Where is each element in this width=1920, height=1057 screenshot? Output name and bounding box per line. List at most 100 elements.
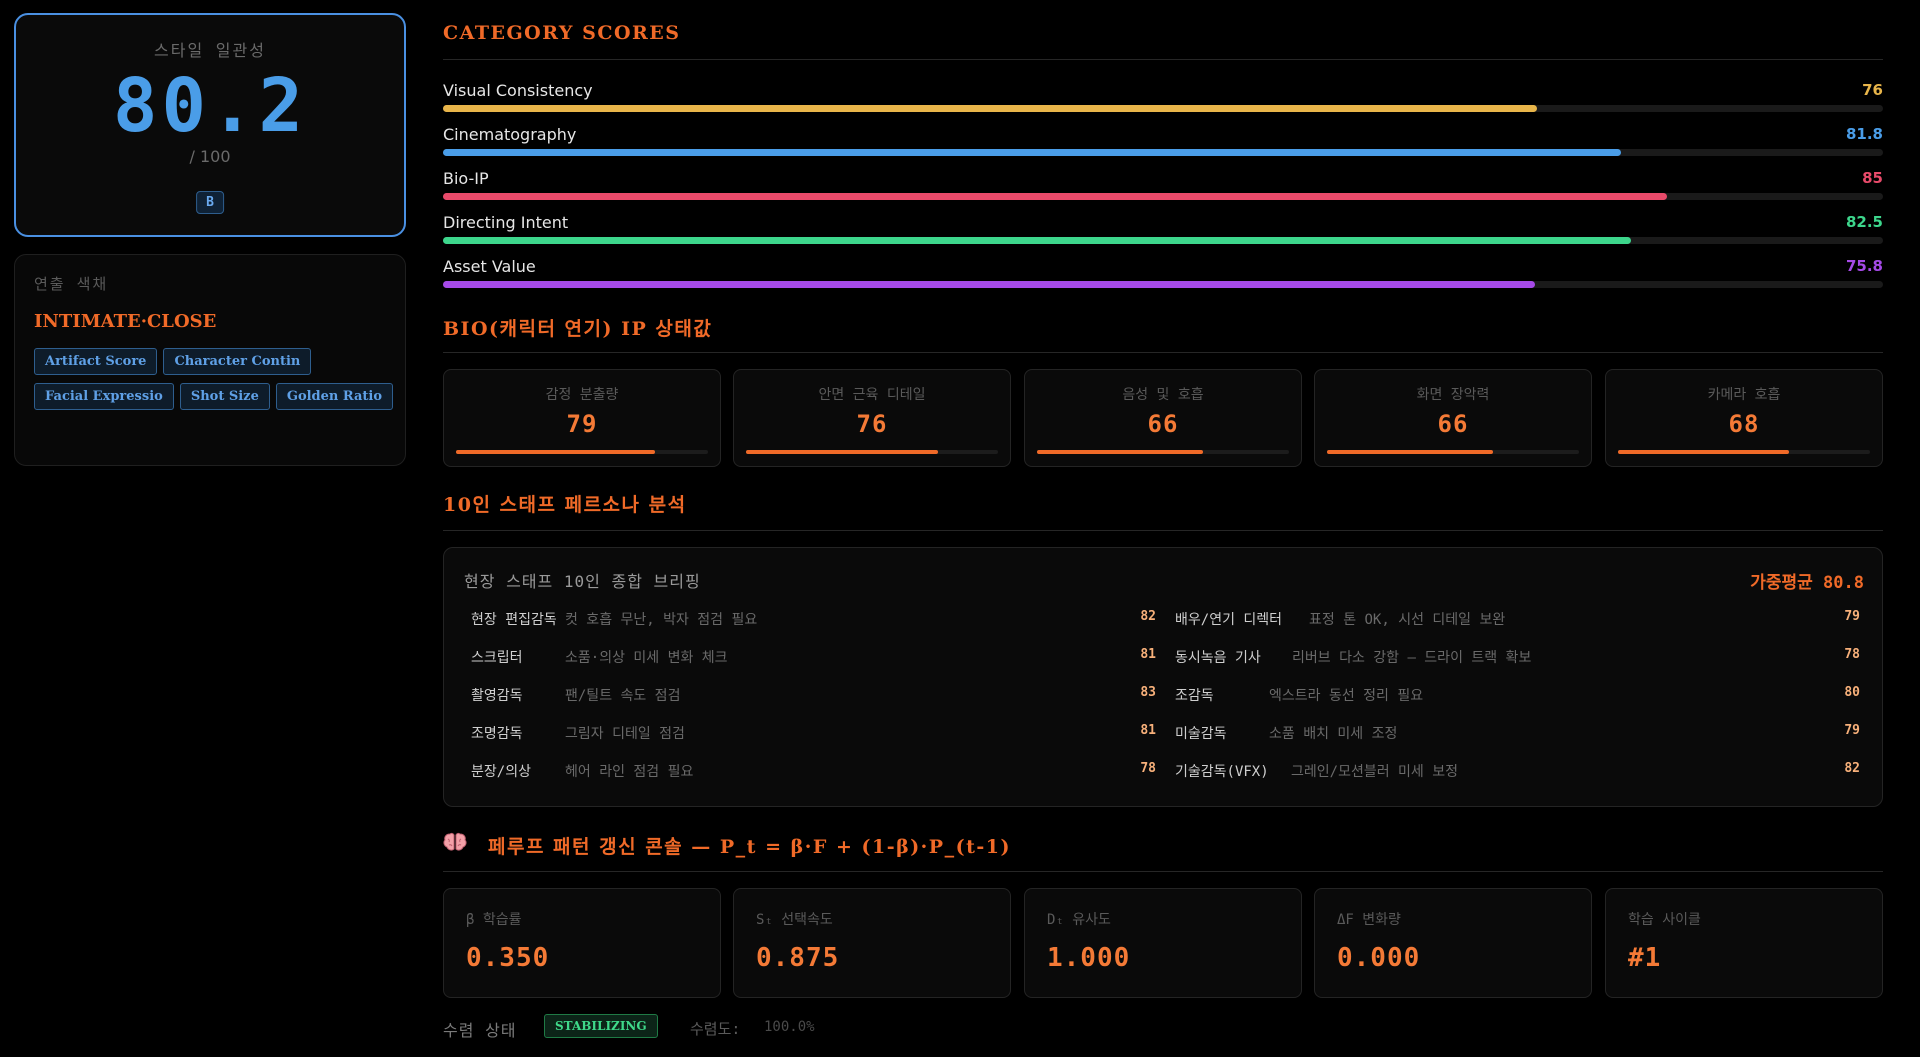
category-value: 85 bbox=[1862, 169, 1883, 187]
staff-role: 배우/연기 디렉터 bbox=[1175, 612, 1283, 628]
convergence-status-badge: STABILIZING bbox=[544, 1014, 658, 1038]
staff-briefing-card: 현장 스태프 10인 종합 브리핑 가중평균 80.8 현장 편집감독 컷 호흡… bbox=[443, 547, 1883, 807]
directing-color-card: 연출 색채 INTIMATE·CLOSE Artifact Score Char… bbox=[14, 254, 406, 466]
staff-note: 팬/틸트 속도 점검 bbox=[565, 688, 681, 704]
staff-score: 82 bbox=[1140, 609, 1156, 624]
style-label: 연출 색채 bbox=[34, 275, 109, 293]
category-value: 75.8 bbox=[1845, 257, 1883, 275]
metric-value: 1.000 bbox=[1047, 943, 1131, 973]
staff-row: 조명감독 그림자 디테일 점검 81 bbox=[471, 723, 1156, 747]
staff-briefing-heading: 현장 스태프 10인 종합 브리핑 bbox=[464, 572, 701, 591]
staff-role: 분장/의상 bbox=[471, 764, 531, 780]
staff-row: 촬영감독 팬/틸트 속도 점검 83 bbox=[471, 685, 1156, 709]
category-value: 82.5 bbox=[1845, 213, 1883, 231]
divider bbox=[443, 871, 1883, 872]
bio-stat-card: 감정 분출량 79 bbox=[443, 369, 721, 467]
staff-score: 78 bbox=[1140, 761, 1156, 776]
staff-note: 컷 호흡 무난, 박자 점검 필요 bbox=[565, 612, 758, 628]
staff-role: 기술감독(VFX) bbox=[1175, 764, 1269, 780]
staff-role: 스크립터 bbox=[471, 650, 523, 666]
metric-label: β 학습률 bbox=[466, 912, 522, 928]
tag-golden-ratio[interactable]: Golden Ratio bbox=[275, 383, 394, 410]
bio-stat-card: 안면 근육 디테일 76 bbox=[733, 369, 1011, 467]
metric-label: ΔF 변화량 bbox=[1337, 912, 1401, 928]
divider bbox=[443, 59, 1883, 60]
bio-ip-title: BIO(캐릭터 연기) IP 상태값 bbox=[443, 318, 713, 340]
bio-stat-label: 음성 및 호흡 bbox=[1122, 387, 1204, 403]
staff-score: 79 bbox=[1844, 609, 1860, 624]
category-bar-fill bbox=[443, 237, 1631, 244]
staff-note: 헤어 라인 점검 필요 bbox=[565, 764, 694, 780]
metric-label: Dₜ 유사도 bbox=[1047, 912, 1111, 928]
staff-role: 현장 편집감독 bbox=[471, 612, 557, 628]
convergence-rate-label: 수렴도: bbox=[690, 1020, 741, 1038]
category-bar-track bbox=[443, 105, 1883, 112]
category-bar-track bbox=[443, 281, 1883, 288]
divider bbox=[443, 530, 1883, 531]
category-value: 81.8 bbox=[1845, 125, 1883, 143]
bio-stat-value: 68 bbox=[1728, 410, 1760, 438]
staff-row: 조감독 엑스트라 동선 정리 필요 80 bbox=[1175, 685, 1860, 709]
staff-score: 82 bbox=[1844, 761, 1860, 776]
convergence-label: 수렴 상태 bbox=[443, 1021, 517, 1040]
bio-bar-fill bbox=[1037, 450, 1204, 454]
metric-value: #1 bbox=[1628, 943, 1662, 973]
bio-stat-card: 화면 장악력 66 bbox=[1314, 369, 1592, 467]
bio-bar-track bbox=[746, 450, 998, 454]
bio-stat-card: 카메라 호흡 68 bbox=[1605, 369, 1883, 467]
staff-row: 미술감독 소품 배치 미세 조정 79 bbox=[1175, 723, 1860, 747]
metric-label: 학습 사이클 bbox=[1628, 912, 1701, 928]
category-name: Directing Intent bbox=[443, 213, 569, 232]
brain-icon bbox=[443, 831, 467, 858]
bio-stat-label: 카메라 호흡 bbox=[1707, 387, 1781, 403]
divider bbox=[443, 352, 1883, 353]
bio-bar-fill bbox=[456, 450, 656, 454]
staff-row: 기술감독(VFX) 그레인/모션블러 미세 보정 82 bbox=[1175, 761, 1860, 785]
convergence-rate: 100.0% bbox=[764, 1019, 815, 1035]
staff-score: 80 bbox=[1844, 685, 1860, 700]
tag-character-continuity[interactable]: Character Contin bbox=[163, 348, 312, 375]
bio-bar-fill bbox=[1327, 450, 1494, 454]
tag-list: Artifact Score Character Contin Facial E… bbox=[34, 348, 394, 410]
score-label: 스타일 일관성 bbox=[154, 41, 266, 60]
staff-note: 표정 톤 OK, 시선 디테일 보완 bbox=[1309, 612, 1506, 628]
metric-card: Dₜ 유사도 1.000 bbox=[1024, 888, 1302, 998]
category-bar-fill bbox=[443, 281, 1535, 288]
category-bar-track bbox=[443, 237, 1883, 244]
staff-row: 스크립터 소품·의상 미세 변화 체크 81 bbox=[471, 647, 1156, 671]
bio-stat-label: 감정 분출량 bbox=[545, 387, 619, 403]
pattern-console-title: 페루프 패턴 갱신 콘솔 — P_t = β·F + (1-β)·P_(t-1) bbox=[488, 836, 1011, 858]
metric-card: β 학습률 0.350 bbox=[443, 888, 721, 998]
category-row: Asset Value 75.8 bbox=[443, 257, 1883, 291]
tag-artifact-score[interactable]: Artifact Score bbox=[34, 348, 158, 375]
bio-stat-card: 음성 및 호흡 66 bbox=[1024, 369, 1302, 467]
category-row: Cinematography 81.8 bbox=[443, 125, 1883, 159]
staff-row: 분장/의상 헤어 라인 점검 필요 78 bbox=[471, 761, 1156, 785]
staff-role: 동시녹음 기사 bbox=[1175, 650, 1261, 666]
staff-row: 현장 편집감독 컷 호흡 무난, 박자 점검 필요 82 bbox=[471, 609, 1156, 633]
staff-note: 소품 배치 미세 조정 bbox=[1269, 726, 1398, 742]
score-max: / 100 bbox=[189, 147, 231, 166]
staff-role: 조명감독 bbox=[471, 726, 523, 742]
bio-stat-value: 66 bbox=[1437, 410, 1469, 438]
tag-shot-size[interactable]: Shot Size bbox=[179, 383, 270, 410]
category-bar-track bbox=[443, 149, 1883, 156]
staff-note: 엑스트라 동선 정리 필요 bbox=[1269, 688, 1424, 704]
category-name: Cinematography bbox=[443, 125, 577, 144]
style-consistency-card: 스타일 일관성 80.2 / 100 B bbox=[14, 13, 406, 237]
staff-score: 79 bbox=[1844, 723, 1860, 738]
tag-facial-expression[interactable]: Facial Expressio bbox=[34, 383, 174, 410]
bio-stat-label: 화면 장악력 bbox=[1416, 387, 1490, 403]
staff-row: 동시녹음 기사 리버브 다소 강함 — 드라이 트랙 확보 78 bbox=[1175, 647, 1860, 671]
metric-value: 0.000 bbox=[1337, 943, 1421, 973]
bio-stat-value: 66 bbox=[1147, 410, 1179, 438]
staff-role: 조감독 bbox=[1175, 688, 1214, 704]
staff-score: 83 bbox=[1140, 685, 1156, 700]
staff-score: 81 bbox=[1140, 647, 1156, 662]
category-bar-fill bbox=[443, 149, 1621, 156]
metric-card: ΔF 변화량 0.000 bbox=[1314, 888, 1592, 998]
bio-bar-fill bbox=[1618, 450, 1790, 454]
staff-score: 78 bbox=[1844, 647, 1860, 662]
bio-stat-label: 안면 근육 디테일 bbox=[818, 387, 926, 403]
category-bar-fill bbox=[443, 193, 1667, 200]
